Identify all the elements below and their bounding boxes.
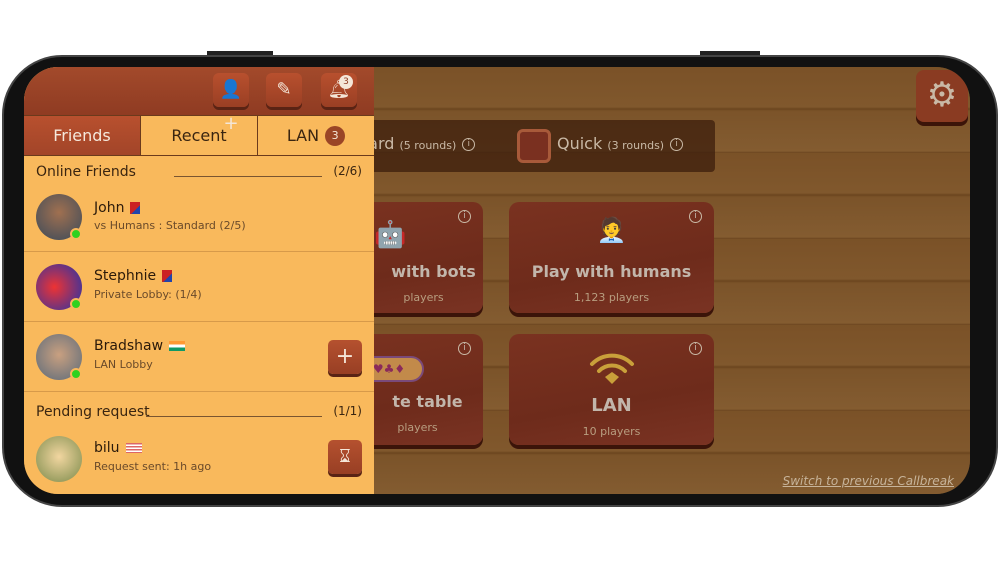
friend-row[interactable]: John vs Humans : Standard (2/5) [24, 188, 374, 252]
friends-panel: 👤+ ✎ 🔔︎ 3 Friends Recent LAN 3 Online Frie… [24, 67, 374, 494]
mode-rounds: (3 rounds) [607, 139, 665, 152]
settings-button[interactable]: ⚙ [916, 70, 968, 122]
nepal-flag-icon [162, 270, 173, 282]
tab-label: LAN [286, 126, 320, 145]
friend-status: Private Lobby: (1/4) [94, 288, 202, 301]
plus-icon: + [335, 344, 355, 369]
tab-lan[interactable]: LAN 3 [258, 116, 374, 155]
friend-name: Bradshaw [94, 338, 164, 354]
edit-button[interactable]: ✎ [266, 73, 302, 107]
online-friends-header: Online Friends (2/6) [24, 156, 374, 188]
robot-icon: 🤖 [374, 220, 407, 250]
info-icon[interactable]: i [458, 210, 471, 223]
mode-label: Quick [557, 134, 603, 153]
tabs: Friends Recent LAN 3 [24, 115, 374, 156]
info-icon[interactable]: i [462, 138, 476, 151]
card-title: LAN [591, 395, 632, 416]
friend-name: John [94, 200, 125, 216]
hourglass-icon: ⌛︎ [339, 446, 351, 467]
friend-status: LAN Lobby [94, 358, 153, 371]
friend-status: vs Humans : Standard (2/5) [94, 219, 246, 232]
divider [146, 416, 322, 417]
section-count: (2/6) [333, 164, 362, 178]
card-players: 1,123 players [573, 291, 650, 304]
tab-label: Friends [53, 126, 111, 145]
add-friend-button[interactable]: 👤+ [213, 73, 249, 134]
wifi-icon [590, 353, 634, 384]
notification-badge: 3 [339, 75, 353, 89]
mode-quick[interactable]: Quick (3 rounds) i [557, 134, 684, 153]
card-title: Play with humans [531, 262, 692, 281]
info-icon[interactable]: i [458, 342, 471, 355]
friend-name: bilu [94, 440, 120, 456]
lan-count-badge: 3 [325, 126, 346, 146]
edit-icon: ✎ [276, 79, 292, 100]
card-title: te table [392, 392, 463, 411]
india-flag-icon [169, 341, 186, 351]
info-icon[interactable]: i [670, 138, 684, 151]
section-count: (1/1) [333, 404, 362, 418]
usa-flag-icon [125, 443, 142, 453]
notifications-button[interactable]: 🔔︎ 3 [321, 73, 357, 107]
pending-row[interactable]: bilu Request sent: 1h ago ⌛︎ [24, 432, 374, 494]
mode-standard[interactable]: dard (5 rounds) i [358, 134, 476, 153]
friend-name: Stephnie [94, 268, 157, 284]
section-title: Pending request [36, 404, 150, 420]
pending-request-header: Pending request (1/1) [24, 392, 374, 432]
card-players: 10 players [582, 425, 641, 438]
online-indicator [70, 368, 82, 380]
screen: ⚙ dard (5 rounds) i Quick (3 rounds) i i 🤖… [24, 67, 970, 494]
request-status: Request sent: 1h ago [94, 460, 212, 473]
mode-rounds: (5 rounds) [399, 139, 457, 152]
tab-label: Recent [171, 126, 227, 145]
mode-radio[interactable] [517, 129, 551, 163]
person-icon: 🧑‍💼 [596, 216, 627, 244]
gear-icon: ⚙ [926, 75, 958, 115]
panel-header: 👤+ ✎ 🔔︎ 3 [24, 67, 374, 134]
switch-previous-link[interactable]: Switch to previous Callbreak [783, 474, 954, 488]
friend-row[interactable]: Stephnie Private Lobby: (1/4) [24, 252, 374, 322]
card-title: with bots [391, 262, 476, 281]
divider [174, 176, 322, 177]
card-play-with-humans[interactable]: i 🧑‍💼 Play with humans 1,123 players [509, 202, 714, 313]
mode-bar: dard (5 rounds) i Quick (3 rounds) i [354, 120, 715, 172]
online-indicator [70, 298, 82, 310]
info-icon[interactable]: i [689, 342, 702, 355]
friend-row[interactable]: Bradshaw LAN Lobby + [24, 322, 374, 392]
avatar [36, 436, 82, 482]
section-title: Online Friends [36, 164, 136, 180]
tab-recent[interactable]: Recent [141, 116, 258, 155]
card-lan[interactable]: i LAN 10 players [509, 334, 714, 445]
pending-button[interactable]: ⌛︎ [328, 440, 362, 474]
nepal-flag-icon [130, 202, 141, 214]
join-button[interactable]: + [328, 340, 362, 374]
online-indicator [70, 228, 82, 240]
card-players: players [403, 291, 444, 304]
tab-friends[interactable]: Friends [24, 116, 141, 155]
